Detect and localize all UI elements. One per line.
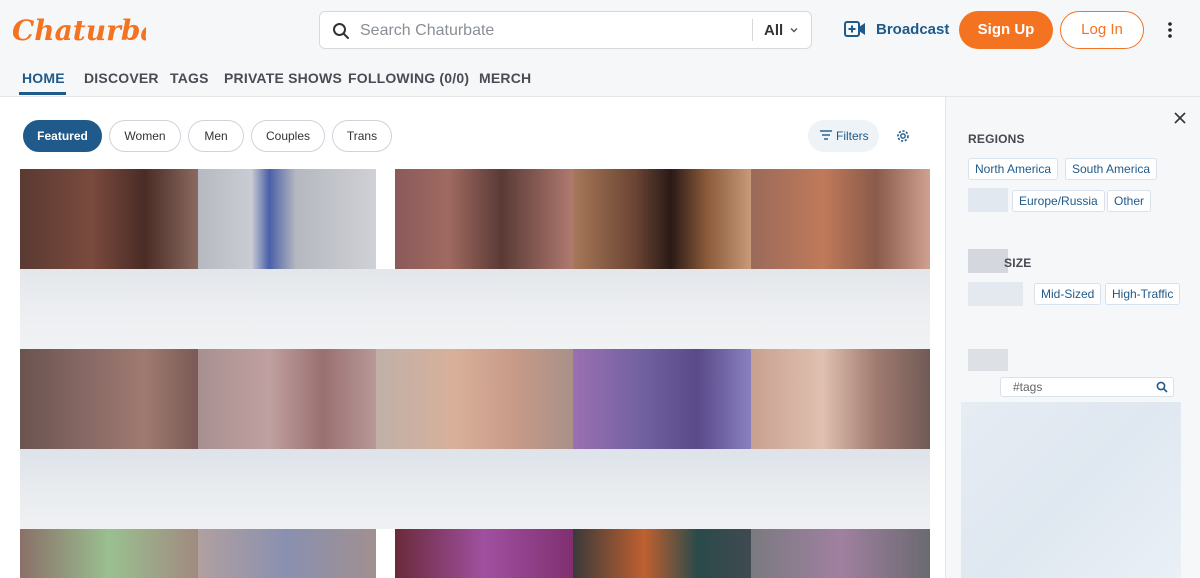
video-camera-icon [844,21,865,37]
regions-title: REGIONS [968,132,1025,146]
region-chip-other[interactable]: Other [1107,190,1152,212]
room-thumbnail[interactable] [751,349,930,449]
room-thumbnail[interactable] [395,529,573,578]
filter-side-panel: REGIONS North America South America Euro… [945,97,1200,578]
gear-icon[interactable] [895,128,911,144]
filters-button[interactable]: Filters [808,120,879,152]
room-thumbnail[interactable] [20,529,198,578]
room-thumbnail[interactable] [751,529,930,578]
room-thumbnail[interactable] [20,349,198,449]
more-menu-icon[interactable] [1163,20,1177,40]
tag-search-input[interactable]: #tags [1000,377,1174,397]
size-chip-mid-sized[interactable]: Mid-Sized [1034,283,1102,305]
svg-text:Chaturbate: Chaturbate [12,14,146,47]
room-thumbnail[interactable] [376,349,573,449]
room-thumbnail[interactable] [198,349,376,449]
filter-icon [820,130,832,140]
nav-discover[interactable]: DISCOVER [84,70,159,86]
region-chip-europe-russia[interactable]: Europe/Russia [1012,190,1105,212]
blurred-label [968,249,1008,273]
close-icon[interactable] [1173,111,1187,125]
room-thumbnail[interactable] [751,169,930,269]
filters-label: Filters [836,129,869,143]
room-thumbnail[interactable] [20,169,198,269]
chaturbate-logo[interactable]: Chaturbate [10,10,146,50]
blurred-label [968,349,1008,371]
region-chip-south-america[interactable]: South America [1065,158,1158,180]
nav-active-indicator [19,92,66,95]
pill-men[interactable]: Men [188,120,244,152]
search-icon[interactable] [1156,381,1168,393]
pill-women[interactable]: Women [109,120,181,152]
pill-trans[interactable]: Trans [332,120,392,152]
region-chip-north-america[interactable]: North America [968,158,1059,180]
room-thumbnail[interactable] [198,169,376,269]
search-bar[interactable]: Search Chaturbate All [319,11,812,49]
size-chip-high-traffic[interactable]: High-Traffic [1105,283,1181,305]
room-info-strip[interactable] [20,269,930,349]
broadcast-label: Broadcast [876,21,950,38]
room-thumbnail[interactable] [573,349,751,449]
category-filter-bar: Featured Women Men Couples Trans Filters [0,97,945,169]
search-divider [752,19,753,41]
pill-featured[interactable]: Featured [23,120,102,152]
search-input[interactable]: Search Chaturbate [360,22,494,40]
blurred-chip [968,188,1008,212]
nav-private-shows[interactable]: PRIVATE SHOWS [224,70,342,86]
sign-up-button[interactable]: Sign Up [959,11,1053,49]
top-header: Chaturbate Search Chaturbate All Broadca… [0,0,1200,97]
size-title: SIZE [1004,256,1032,270]
room-thumbnail[interactable] [573,169,751,269]
nav-following[interactable]: FOLLOWING (0/0) [348,70,469,86]
chevron-down-icon[interactable] [789,25,799,35]
nav-tags[interactable]: TAGS [170,70,209,86]
log-in-button[interactable]: Log In [1060,11,1144,49]
room-grid [20,169,930,578]
room-thumbnail[interactable] [395,169,573,269]
tag-search-placeholder: #tags [1013,380,1043,394]
room-info-strip[interactable] [20,449,930,529]
pill-couples[interactable]: Couples [251,120,325,152]
room-thumbnail[interactable] [198,529,376,578]
room-thumbnail[interactable] [573,529,751,578]
nav-merch[interactable]: MERCH [479,70,531,86]
blurred-chip [968,282,1023,306]
search-scope-select[interactable]: All [764,22,783,39]
search-icon [333,23,349,39]
tag-list[interactable] [961,402,1181,578]
nav-home[interactable]: HOME [22,70,65,86]
